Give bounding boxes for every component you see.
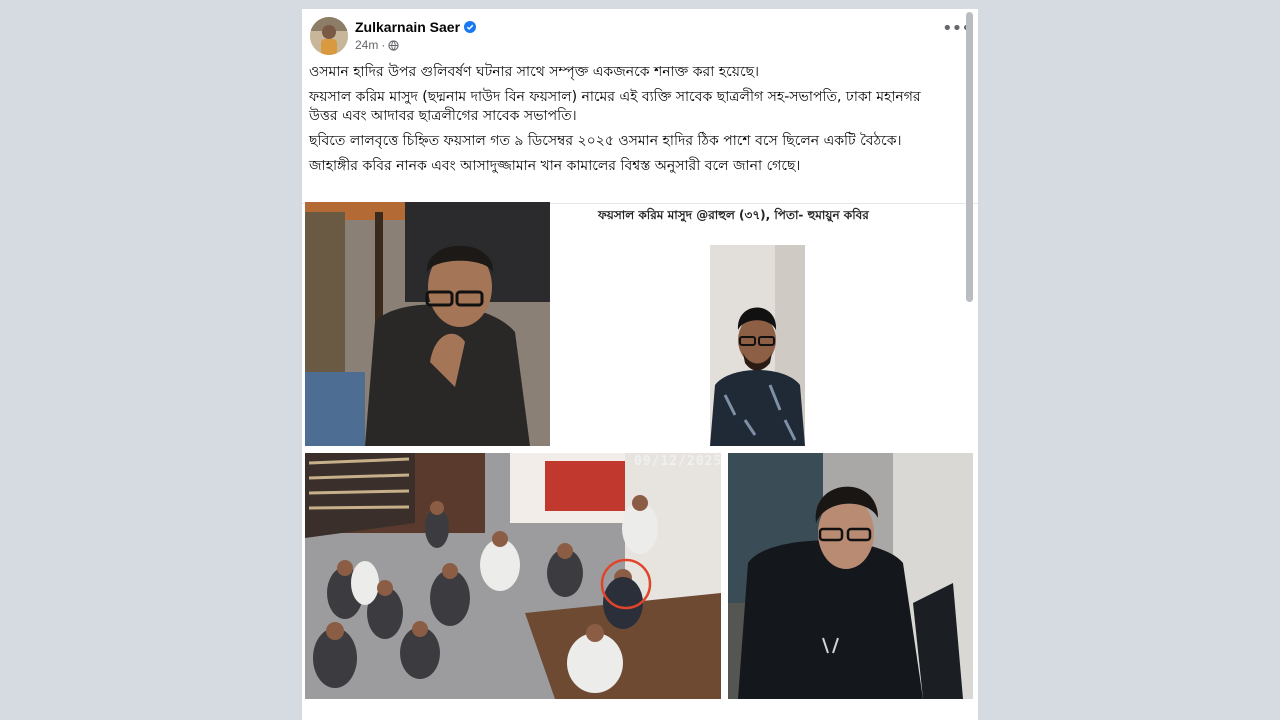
scrollbar[interactable] — [966, 12, 973, 302]
more-options-icon[interactable]: ••• — [942, 20, 972, 38]
facebook-post: Zulkarnain Saer 24m · ••• ওসমান হাদির উপ… — [302, 9, 978, 720]
cctv-timestamp: 09/12/2025 — [634, 454, 723, 469]
post-paragraph: ফয়সাল করিম মাসুদ (ছদ্মনাম দাউদ বিন ফয়স… — [309, 89, 921, 124]
post-paragraph: ওসমান হাদির উপর গুলিবর্ষণ ঘটনার সাথে সম্… — [309, 64, 760, 80]
photo-suspect-closeup[interactable] — [305, 202, 550, 446]
image-caption: ফয়সাল করিম মাসুদ @রাহুল (৩৭), পিতা- হুম… — [598, 208, 869, 222]
author-name[interactable]: Zulkarnain Saer — [355, 19, 460, 35]
photo-suspect-portrait[interactable] — [710, 245, 805, 446]
post-paragraph: জাহাঙ্গীর কবির নানক এবং আসাদুজ্জামান খান… — [309, 158, 801, 174]
author-avatar[interactable] — [310, 17, 348, 55]
photo-cctv-hoodie[interactable] — [728, 453, 973, 699]
post-time[interactable]: 24m — [355, 38, 378, 52]
dot-separator: · — [381, 38, 386, 52]
post-paragraph: ছবিতে লালবৃত্তে চিহ্নিত ফয়সাল গত ৯ ডিসে… — [309, 133, 902, 149]
globe-icon[interactable] — [388, 39, 399, 51]
photo-cctv-meeting[interactable] — [305, 453, 721, 699]
verified-badge-icon — [464, 21, 476, 33]
post-text: ওসমান হাদির উপর গুলিবর্ষণ ঘটনার সাথে সম্… — [309, 63, 949, 182]
post-meta: 24m · — [355, 38, 399, 52]
